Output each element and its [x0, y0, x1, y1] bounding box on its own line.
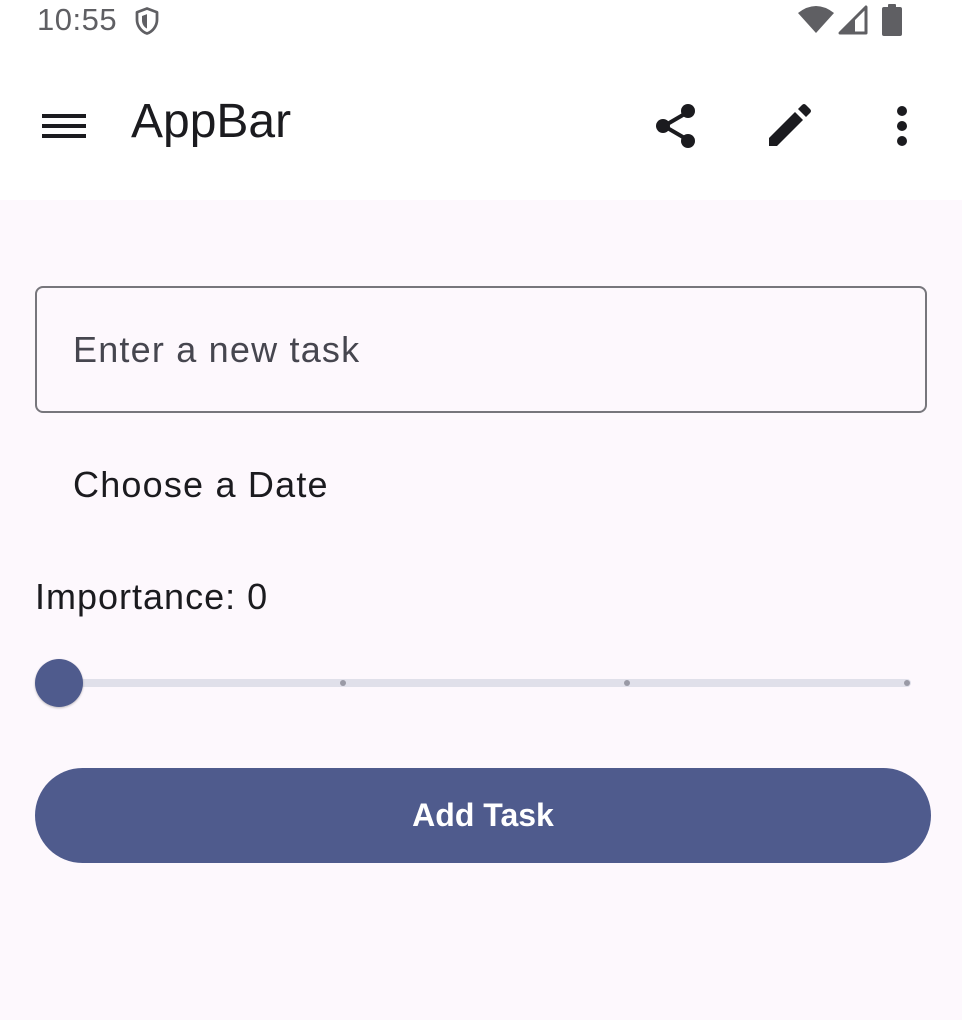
slider-tick	[904, 680, 910, 686]
slider-thumb[interactable]	[35, 659, 83, 707]
slider-tick	[624, 680, 630, 686]
edit-icon[interactable]	[763, 100, 815, 152]
importance-label: Importance: 0	[35, 576, 269, 617]
battery-icon	[882, 4, 902, 36]
wifi-icon	[798, 6, 834, 33]
signal-icon	[838, 5, 868, 35]
status-bar: 10:55	[0, 0, 962, 44]
importance-slider[interactable]	[35, 658, 925, 708]
app-title: AppBar	[131, 95, 292, 148]
app-bar: AppBar	[0, 44, 962, 200]
shield-icon	[135, 7, 159, 35]
task-input[interactable]	[35, 286, 927, 413]
share-icon[interactable]	[650, 100, 702, 152]
menu-icon[interactable]	[36, 102, 92, 150]
status-time: 10:55	[37, 2, 118, 37]
choose-date-button[interactable]: Choose a Date	[35, 448, 375, 522]
more-vert-icon[interactable]	[878, 100, 926, 152]
slider-track	[59, 679, 911, 687]
add-task-button[interactable]: Add Task	[35, 768, 931, 863]
slider-tick	[340, 680, 346, 686]
